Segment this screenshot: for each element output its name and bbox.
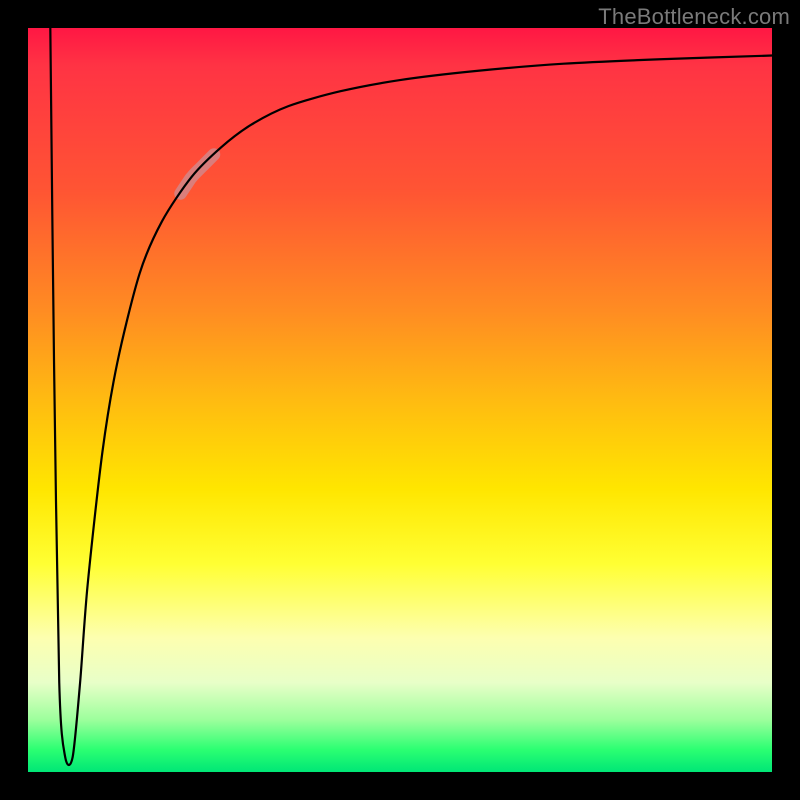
curve-highlight-segment	[181, 154, 214, 193]
watermark-text: TheBottleneck.com	[598, 4, 790, 30]
curve-layer	[28, 28, 772, 772]
bottleneck-chart: TheBottleneck.com	[0, 0, 800, 800]
bottleneck-curve-path	[50, 28, 772, 765]
plot-area	[28, 28, 772, 772]
